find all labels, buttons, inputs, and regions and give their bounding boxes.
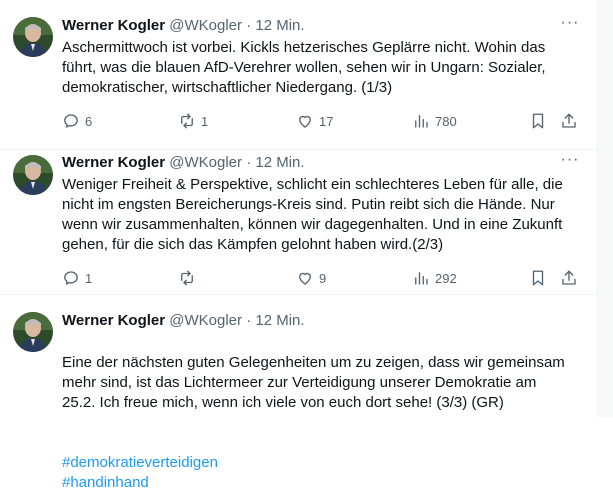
retweet-button[interactable]: [178, 267, 201, 289]
timeline: Werner Kogler @WKogler · 12 Min. ··· Asc…: [0, 0, 598, 491]
reply-count: 1: [85, 270, 93, 286]
bookmark-button[interactable]: [529, 110, 547, 132]
reply-count: 6: [85, 113, 93, 129]
like-button[interactable]: 17: [296, 110, 333, 132]
tweet-text: Aschermittwoch ist vorbei. Kickls hetzer…: [62, 39, 546, 96]
views-count: 780: [435, 113, 457, 129]
share-button[interactable]: [560, 110, 578, 132]
avatar[interactable]: [13, 17, 53, 57]
bookmark-button[interactable]: [529, 267, 547, 289]
like-button[interactable]: 9: [296, 267, 326, 289]
like-count: 9: [319, 270, 327, 286]
reply-button[interactable]: 1: [62, 267, 92, 289]
reply-icon: [64, 271, 78, 285]
more-options-button[interactable]: ···: [557, 14, 583, 36]
views-button[interactable]: 780: [412, 110, 457, 132]
avatar[interactable]: [13, 155, 53, 195]
timestamp[interactable]: 12 Min.: [255, 312, 304, 329]
views-count: 292: [435, 270, 457, 286]
tweet-header: Werner Kogler @WKogler · 12 Min.: [62, 153, 305, 173]
heart-icon: [299, 272, 311, 285]
tweet-header: Werner Kogler @WKogler · 12 Min.: [62, 16, 305, 36]
timestamp[interactable]: 12 Min.: [255, 17, 304, 34]
author-name[interactable]: Werner Kogler: [62, 154, 165, 171]
tweet-text: Weniger Freiheit & Perspektive, schlicht…: [62, 176, 563, 253]
views-chart-icon: [415, 272, 428, 285]
more-horizontal-icon: ···: [560, 151, 580, 168]
views-button[interactable]: 292: [412, 267, 457, 289]
share-icon: [562, 270, 576, 285]
retweet-icon: [181, 270, 193, 286]
author-name[interactable]: Werner Kogler: [62, 312, 165, 329]
more-horizontal-icon: ···: [560, 14, 580, 31]
bookmark-icon: [532, 270, 544, 286]
retweet-button[interactable]: 1: [178, 110, 208, 132]
separator-dot: ·: [246, 312, 252, 329]
timestamp[interactable]: 12 Min.: [255, 154, 304, 171]
author-name[interactable]: Werner Kogler: [62, 17, 165, 34]
bookmark-icon: [532, 113, 544, 129]
tweet-body: Eine der nächsten guten Gelegenheiten um…: [62, 354, 565, 411]
author-handle[interactable]: @WKogler: [169, 17, 242, 34]
tweet[interactable]: Werner Kogler @WKogler · 12 Min. ··· Asc…: [0, 0, 597, 150]
share-icon: [562, 113, 576, 128]
separator-dot: ·: [246, 154, 252, 171]
views-chart-icon: [415, 115, 428, 128]
tweet-actions: 1 9 292: [62, 267, 582, 289]
author-handle[interactable]: @WKogler: [169, 312, 242, 329]
avatar[interactable]: [13, 312, 53, 352]
scrollbar[interactable]: [598, 0, 613, 417]
hashtag-link[interactable]: #demokratieverteidigen: [62, 454, 218, 471]
separator-dot: ·: [246, 17, 252, 34]
reply-icon: [64, 114, 78, 128]
tweet[interactable]: Werner Kogler @WKogler · 12 Min. Eine de…: [0, 295, 597, 491]
share-button[interactable]: [560, 267, 578, 289]
tweet-actions: 6 1 17 780: [62, 110, 582, 132]
hashtag-link[interactable]: #handinhand: [62, 474, 149, 491]
like-count: 17: [319, 113, 334, 129]
tweet-header: Werner Kogler @WKogler · 12 Min.: [62, 311, 305, 331]
tweet[interactable]: Werner Kogler @WKogler · 12 Min. ··· Wen…: [0, 150, 597, 295]
heart-icon: [299, 115, 311, 128]
retweet-icon: [181, 113, 193, 129]
reply-button[interactable]: 6: [62, 110, 92, 132]
more-options-button[interactable]: ···: [557, 151, 583, 173]
author-handle[interactable]: @WKogler: [169, 154, 242, 171]
retweet-count: 1: [201, 113, 209, 129]
tweet-text: Eine der nächsten guten Gelegenheiten um…: [62, 333, 584, 493]
